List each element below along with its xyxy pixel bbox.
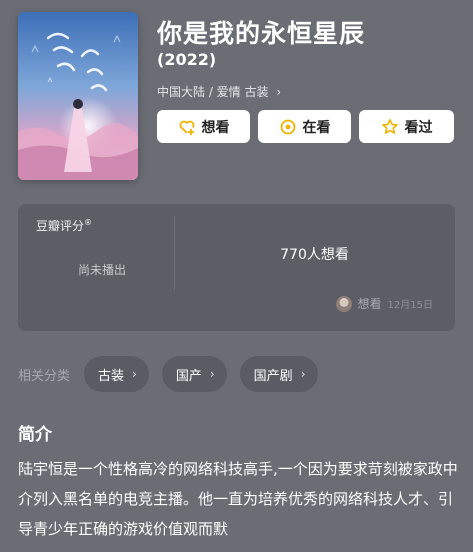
summary-heading: 简介 <box>18 425 52 445</box>
heart-plus-icon <box>179 120 194 135</box>
watched-button[interactable]: 看过 <box>359 110 454 143</box>
tag-label: 古装 <box>98 368 125 384</box>
tags-label: 相关分类 <box>18 368 71 384</box>
movie-meta-link[interactable]: 中国大陆 / 爱情 古装 › <box>157 83 281 100</box>
want-to-watch-button[interactable]: 想看 <box>157 110 250 143</box>
chevron-right-icon: › <box>132 367 137 381</box>
tag-label: 国产剧 <box>253 368 293 384</box>
tag-label: 国产 <box>175 368 202 384</box>
chevron-right-icon: › <box>276 85 282 99</box>
watching-button[interactable]: 在看 <box>258 110 351 143</box>
avatar <box>335 295 352 312</box>
tag-domestic-drama[interactable]: 国产剧 › <box>239 356 318 392</box>
want-to-watch-label: 想看 <box>201 119 230 136</box>
movie-detail-page: 你是我的永恒星辰 (2022) 中国大陆 / 爱情 古装 › 想看 在看 看过 <box>0 0 473 552</box>
star-icon <box>381 118 398 134</box>
rating-status: 尚未播出 <box>78 263 127 277</box>
wish-count: 770人想看 <box>280 247 349 263</box>
release-year: (2022) <box>157 50 217 69</box>
rating-label-mark: ® <box>84 218 93 227</box>
watching-label: 在看 <box>302 119 331 136</box>
rating-label-text: 豆瓣评分 <box>36 219 85 233</box>
recent-date: 12月15日 <box>387 300 433 311</box>
chevron-right-icon: › <box>300 367 306 381</box>
recent-action: 想看 <box>357 297 382 311</box>
rating-label: 豆瓣评分® <box>36 217 92 234</box>
tag-domestic[interactable]: 国产 › <box>161 356 227 392</box>
chevron-right-icon: › <box>209 367 215 381</box>
recent-activity[interactable]: 想看 12月15日 <box>335 295 433 312</box>
related-tags: 相关分类 古装 › 国产 › 国产剧 › <box>18 356 331 392</box>
tag-costume[interactable]: 古装 › <box>84 356 149 392</box>
rating-card[interactable]: 豆瓣评分® 尚未播出 770人想看 想看 12月15日 <box>18 204 455 331</box>
summary-text: 陆宇恒是一个性格高冷的网络科技高手,一个因为要求苛刻被家政中介列入黑名单的电竞主… <box>18 460 458 538</box>
movie-meta-text: 中国大陆 / 爱情 古装 <box>157 85 269 99</box>
poster-art <box>18 12 138 180</box>
watched-label: 看过 <box>404 119 433 136</box>
action-buttons: 想看 在看 看过 <box>157 110 454 143</box>
page-title: 你是我的永恒星辰 <box>157 19 366 48</box>
poster-image[interactable] <box>18 12 138 180</box>
target-icon <box>280 119 295 134</box>
